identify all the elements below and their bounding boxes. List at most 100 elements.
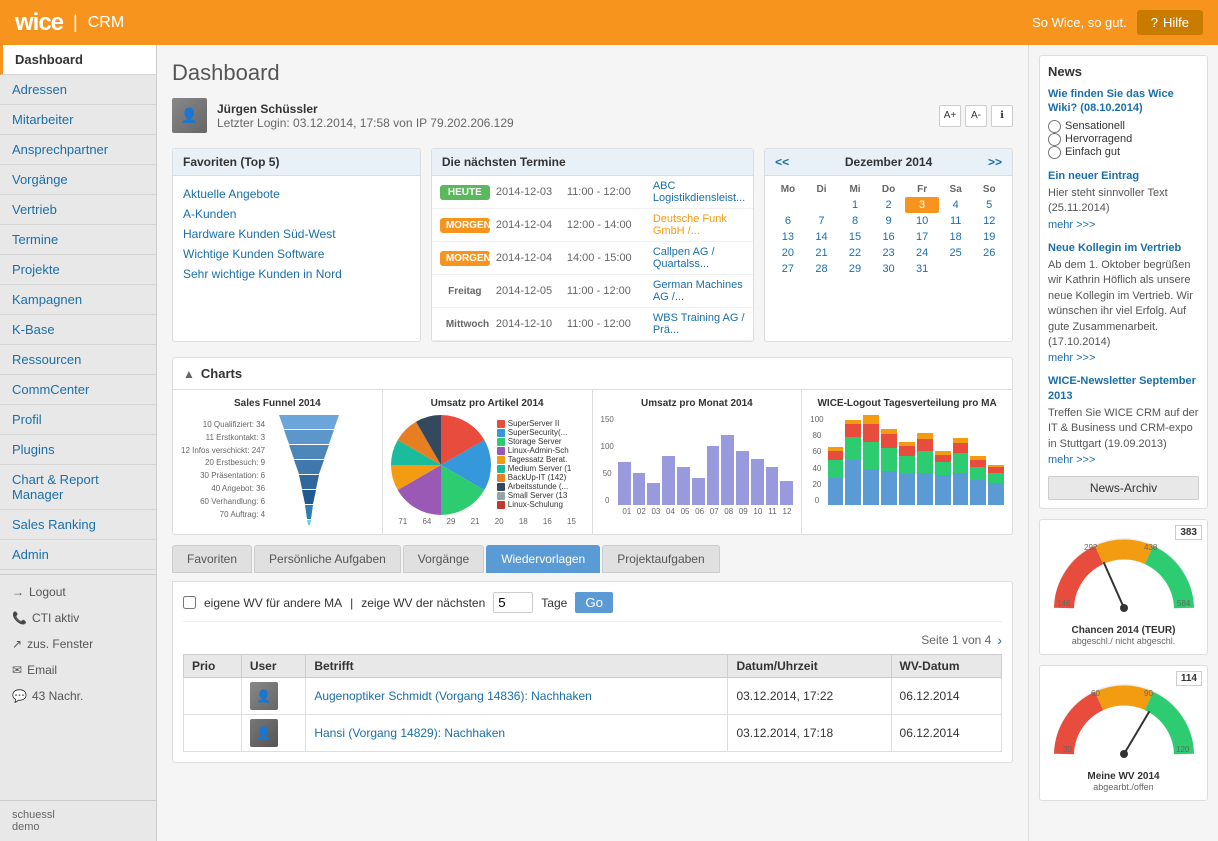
sidebar-item-vorgaenge[interactable]: Vorgänge [0, 165, 156, 195]
fav-link-1[interactable]: Aktuelle Angebote [183, 184, 410, 204]
news-item-3-body: Ab dem 1. Oktober begrüßen wir Kathrin H… [1048, 258, 1199, 350]
fav-link-3[interactable]: Hardware Kunden Süd-West [183, 224, 410, 244]
cal-day-11[interactable]: 11 [939, 213, 973, 229]
cal-day-9[interactable]: 9 [872, 213, 906, 229]
cal-day-7[interactable]: 7 [805, 213, 839, 229]
cal-day-2[interactable]: 2 [872, 197, 906, 213]
cal-day-14[interactable]: 14 [805, 229, 839, 245]
sidebar-item-dashboard[interactable]: Dashboard [0, 45, 156, 75]
sidebar-item-ressourcen[interactable]: Ressourcen [0, 345, 156, 375]
cal-day-8[interactable]: 8 [838, 213, 872, 229]
news-archive-btn[interactable]: News-Archiv [1048, 476, 1199, 500]
sidebar-item-chart-report-manager[interactable]: Chart & Report Manager [0, 465, 156, 510]
cal-day-18[interactable]: 18 [939, 229, 973, 245]
cal-day-12[interactable]: 12 [972, 213, 1006, 229]
tab-projektaufgaben[interactable]: Projektaufgaben [602, 545, 719, 573]
cal-prev[interactable]: << [775, 155, 789, 169]
cal-day-20[interactable]: 20 [771, 245, 805, 261]
cal-day-16[interactable]: 16 [872, 229, 906, 245]
tab-wiedervorlagen[interactable]: Wiedervorlagen [486, 545, 600, 573]
tab-aufgaben[interactable]: Persönliche Aufgaben [254, 545, 401, 573]
sidebar-item-profil[interactable]: Profil [0, 405, 156, 435]
avatar: 👤 [172, 98, 207, 133]
cal-day-19[interactable]: 19 [972, 229, 1006, 245]
cal-day-23[interactable]: 23 [872, 245, 906, 261]
cal-day-6[interactable]: 6 [771, 213, 805, 229]
wv-go-button[interactable]: Go [575, 592, 613, 613]
cal-day-28[interactable]: 28 [805, 261, 839, 277]
sidebar-item-sales-ranking[interactable]: Sales Ranking [0, 510, 156, 540]
sidebar-extra-window[interactable]: ↗ zus. Fenster [0, 631, 156, 657]
cal-day-13[interactable]: 13 [771, 229, 805, 245]
fav-link-2[interactable]: A-Kunden [183, 204, 410, 224]
news-item-1-title: Wie finden Sie das Wice Wiki? (08.10.201… [1048, 87, 1199, 116]
help-button[interactable]: ? Hilfe [1137, 10, 1203, 35]
cal-day-21[interactable]: 21 [805, 245, 839, 261]
sidebar-item-ansprechpartner[interactable]: Ansprechpartner [0, 135, 156, 165]
stacked-bar-4 [881, 429, 897, 506]
fav-link-5[interactable]: Sehr wichtige Kunden in Nord [183, 264, 410, 284]
sidebar-item-adressen[interactable]: Adressen [0, 75, 156, 105]
cal-day-26[interactable]: 26 [972, 245, 1006, 261]
wv-separator: | [350, 596, 353, 610]
sidebar-item-mitarbeiter[interactable]: Mitarbeiter [0, 105, 156, 135]
sidebar-item-kbase[interactable]: K-Base [0, 315, 156, 345]
sidebar-item-kampagnen[interactable]: Kampagnen [0, 285, 156, 315]
cal-day-24[interactable]: 24 [905, 245, 939, 261]
cell-user-2: 👤 [241, 715, 306, 752]
cal-day-4[interactable]: 4 [939, 197, 973, 213]
cell-user: 👤 [241, 678, 306, 715]
bar-12 [780, 481, 793, 505]
charts-header[interactable]: ▲ Charts [173, 358, 1012, 390]
resize-icon[interactable]: A+ [939, 105, 961, 127]
cal-day-17[interactable]: 17 [905, 229, 939, 245]
sidebar-item-commcenter[interactable]: CommCenter [0, 375, 156, 405]
stacked-y-labels: 100806040200 [810, 415, 825, 505]
cal-day-25[interactable]: 25 [939, 245, 973, 261]
page-title: Dashboard [172, 60, 1013, 86]
radio-sensationell[interactable] [1048, 120, 1061, 133]
cal-day-3[interactable]: 3 [905, 197, 939, 213]
sidebar-item-projekte[interactable]: Projekte [0, 255, 156, 285]
cell-prio [184, 678, 242, 715]
sidebar-messages[interactable]: 💬 43 Nachr. [0, 683, 156, 709]
cal-day-27[interactable]: 27 [771, 261, 805, 277]
cal-day-22[interactable]: 22 [838, 245, 872, 261]
radio-einfach[interactable] [1048, 146, 1061, 159]
sidebar-logout[interactable]: → Logout [0, 579, 156, 605]
wv-link-2[interactable]: Hansi (Vorgang 14829): Nachhaken [314, 726, 505, 740]
cal-day-15[interactable]: 15 [838, 229, 872, 245]
wv-days-input[interactable] [493, 592, 533, 613]
tab-vorgaenge[interactable]: Vorgänge [403, 545, 484, 573]
cal-day-1[interactable]: 1 [838, 197, 872, 213]
cell-wv-datum-1: 06.12.2014 [891, 678, 1001, 715]
cal-day-29[interactable]: 29 [838, 261, 872, 277]
bar-chart-container: 150100500 [601, 415, 794, 505]
sidebar-item-vertrieb[interactable]: Vertrieb [0, 195, 156, 225]
fav-link-4[interactable]: Wichtige Kunden Software [183, 244, 410, 264]
tab-favoriten[interactable]: Favoriten [172, 545, 252, 573]
info-icon[interactable]: ℹ [991, 105, 1013, 127]
wv-checkbox-other-ma[interactable] [183, 596, 196, 609]
sidebar-item-admin[interactable]: Admin [0, 540, 156, 570]
wv-link-1[interactable]: Augenoptiker Schmidt (Vorgang 14836): Na… [314, 689, 592, 703]
sidebar-cti[interactable]: 📞 CTI aktiv [0, 605, 156, 631]
sidebar-item-termine[interactable]: Termine [0, 225, 156, 255]
tag-morgen: MORGEN [440, 218, 490, 233]
cal-day-10[interactable]: 10 [905, 213, 939, 229]
wv-next-page[interactable]: › [997, 632, 1002, 648]
sidebar-item-plugins[interactable]: Plugins [0, 435, 156, 465]
resize-small-icon[interactable]: A- [965, 105, 987, 127]
news-more-3[interactable]: mehr >>> [1048, 352, 1095, 364]
news-more-4[interactable]: mehr >>> [1048, 454, 1095, 466]
stacked-bar-3 [863, 415, 879, 505]
cal-day-30[interactable]: 30 [872, 261, 906, 277]
svg-text:60: 60 [1091, 689, 1100, 698]
cal-day-31[interactable]: 31 [905, 261, 939, 277]
cal-day-5[interactable]: 5 [972, 197, 1006, 213]
news-more-2[interactable]: mehr >>> [1048, 219, 1095, 231]
calendar-header: << Dezember 2014 >> [765, 149, 1012, 176]
cal-next[interactable]: >> [988, 155, 1002, 169]
radio-hervorragend[interactable] [1048, 133, 1061, 146]
sidebar-email[interactable]: ✉ Email [0, 657, 156, 683]
